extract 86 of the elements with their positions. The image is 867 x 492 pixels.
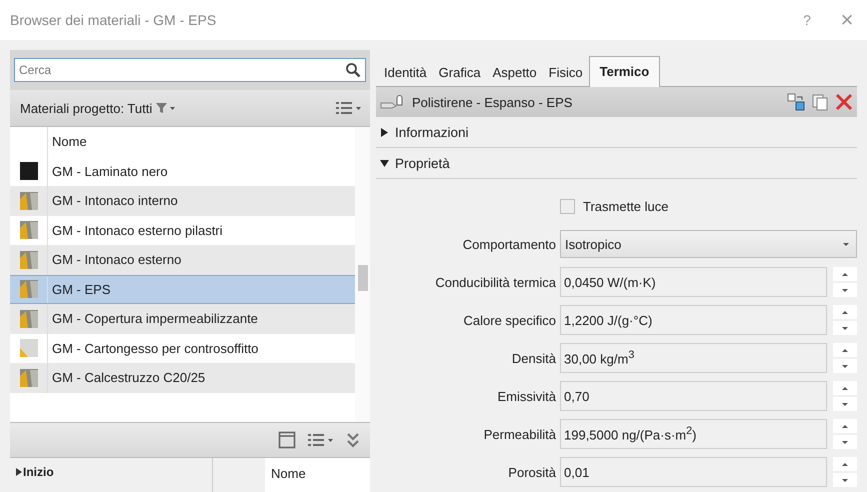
search-field[interactable]: Cerca bbox=[14, 58, 366, 82]
caret-up-icon bbox=[841, 424, 849, 428]
spinner[interactable] bbox=[833, 343, 857, 373]
property-label: Conducibilità termica bbox=[434, 274, 556, 290]
filter-label[interactable]: Materiali progetto: Tutti bbox=[20, 100, 152, 116]
caret-up-icon bbox=[841, 462, 849, 466]
material-row[interactable]: GM - EPS bbox=[10, 274, 355, 304]
material-row[interactable]: GM - Cartongesso per controsoffitto bbox=[10, 334, 355, 363]
chevron-down-icon[interactable] bbox=[346, 432, 360, 448]
tree-item[interactable]: Inizio bbox=[23, 465, 54, 479]
material-name: GM - Intonaco esterno bbox=[51, 252, 182, 268]
tab[interactable]: Aspetto bbox=[486, 59, 543, 86]
expand-triangle-icon bbox=[380, 128, 389, 136]
material-row[interactable]: GM - Calcestruzzo C20/25 bbox=[10, 363, 355, 392]
replace-icon[interactable] bbox=[787, 93, 805, 111]
column-header[interactable]: Nome bbox=[265, 458, 370, 492]
material-name: GM - Cartongesso per controsoffitto bbox=[51, 340, 258, 356]
caret-up-icon bbox=[841, 348, 849, 352]
material-swatch-icon bbox=[18, 250, 38, 270]
caret-up-icon bbox=[841, 386, 849, 390]
material-swatch-icon bbox=[18, 338, 38, 358]
material-name: GM - Intonaco interno bbox=[51, 193, 178, 208]
spinner[interactable] bbox=[833, 419, 857, 449]
value-field[interactable]: 30,00 kg/m$^{3}$ bbox=[560, 343, 827, 373]
caret-down-icon bbox=[841, 364, 849, 368]
checkbox[interactable] bbox=[560, 198, 575, 214]
property-label: Emissività bbox=[496, 388, 556, 404]
material-name: GM - EPS bbox=[51, 282, 111, 297]
section-header[interactable]: Informazioni bbox=[376, 117, 857, 148]
material-name: GM - Intonaco esterno pilastri bbox=[51, 222, 223, 238]
copy-icon[interactable] bbox=[811, 93, 829, 111]
window-title: Browser dei materiali - GM - EPS bbox=[10, 12, 218, 28]
value-field[interactable]: 0,0450 W/(m·K) bbox=[560, 267, 827, 297]
panel-icon[interactable] bbox=[278, 431, 296, 449]
caret-down-icon bbox=[841, 440, 849, 444]
list-view-icon[interactable] bbox=[308, 433, 334, 447]
filter-icon[interactable] bbox=[156, 102, 176, 114]
material-swatch-icon bbox=[18, 220, 38, 240]
material-row[interactable]: GM - Intonaco interno bbox=[10, 186, 355, 216]
spinner[interactable] bbox=[833, 457, 857, 487]
material-swatch-icon bbox=[18, 368, 38, 388]
material-name: GM - Calcestruzzo C20/25 bbox=[51, 370, 206, 386]
dropdown[interactable]: Isotropico bbox=[560, 230, 857, 258]
tab[interactable]: Identità bbox=[378, 59, 433, 86]
value-field[interactable]: 0,01 bbox=[560, 457, 827, 487]
value-field[interactable]: 199,5000 ng/(Pa·s·m$^{2}$) bbox=[560, 419, 827, 449]
material-swatch-icon bbox=[18, 190, 38, 211]
property-label: Porosità bbox=[507, 464, 556, 480]
spinner[interactable] bbox=[833, 305, 857, 335]
collapse-triangle-icon bbox=[380, 158, 389, 168]
expand-triangle-icon[interactable] bbox=[16, 468, 22, 476]
spinner[interactable] bbox=[833, 381, 857, 411]
property-label: Calore specifico bbox=[462, 312, 556, 328]
caret-up-icon bbox=[841, 310, 849, 314]
property-label: Permeabilità bbox=[482, 426, 556, 442]
value-field[interactable]: 0,70 bbox=[560, 381, 827, 411]
material-row[interactable]: GM - Laminato nero bbox=[10, 156, 355, 186]
column-header[interactable]: Nome bbox=[48, 134, 87, 150]
caret-up-icon bbox=[841, 272, 849, 276]
caret-down-icon bbox=[841, 402, 849, 406]
asset-name: Polistirene - Espanso - EPS bbox=[412, 94, 572, 110]
tab[interactable]: Termico bbox=[588, 56, 660, 87]
caret-down-icon bbox=[841, 288, 849, 292]
material-swatch-icon bbox=[18, 308, 38, 329]
list-view-icon[interactable] bbox=[336, 101, 362, 115]
section-header[interactable]: Proprietà bbox=[376, 148, 857, 179]
property-label: Densità bbox=[510, 350, 556, 366]
tab[interactable]: Grafica bbox=[432, 59, 487, 86]
material-swatch-icon bbox=[18, 279, 38, 300]
material-swatch-icon bbox=[18, 161, 38, 182]
material-row[interactable]: GM - Intonaco esterno bbox=[10, 245, 355, 274]
scrollbar[interactable] bbox=[355, 127, 370, 422]
material-row[interactable]: GM - Intonaco esterno pilastri bbox=[10, 216, 355, 245]
material-name: GM - Copertura impermeabilizzante bbox=[51, 311, 258, 326]
value-field[interactable]: 1,2200 J/(g·°C) bbox=[560, 305, 827, 335]
tab[interactable]: Fisico bbox=[542, 59, 589, 86]
spinner[interactable] bbox=[833, 267, 857, 297]
caret-down-icon bbox=[841, 478, 849, 482]
delete-icon[interactable] bbox=[835, 93, 853, 111]
search-icon bbox=[345, 62, 361, 78]
material-row[interactable]: GM - Copertura impermeabilizzante bbox=[10, 304, 355, 334]
caret-down-icon bbox=[841, 326, 849, 330]
caret-icon bbox=[842, 242, 850, 246]
property-label: Comportamento bbox=[462, 236, 556, 252]
material-name: GM - Laminato nero bbox=[51, 164, 168, 179]
checkbox-label: Trasmette luce bbox=[583, 198, 668, 214]
